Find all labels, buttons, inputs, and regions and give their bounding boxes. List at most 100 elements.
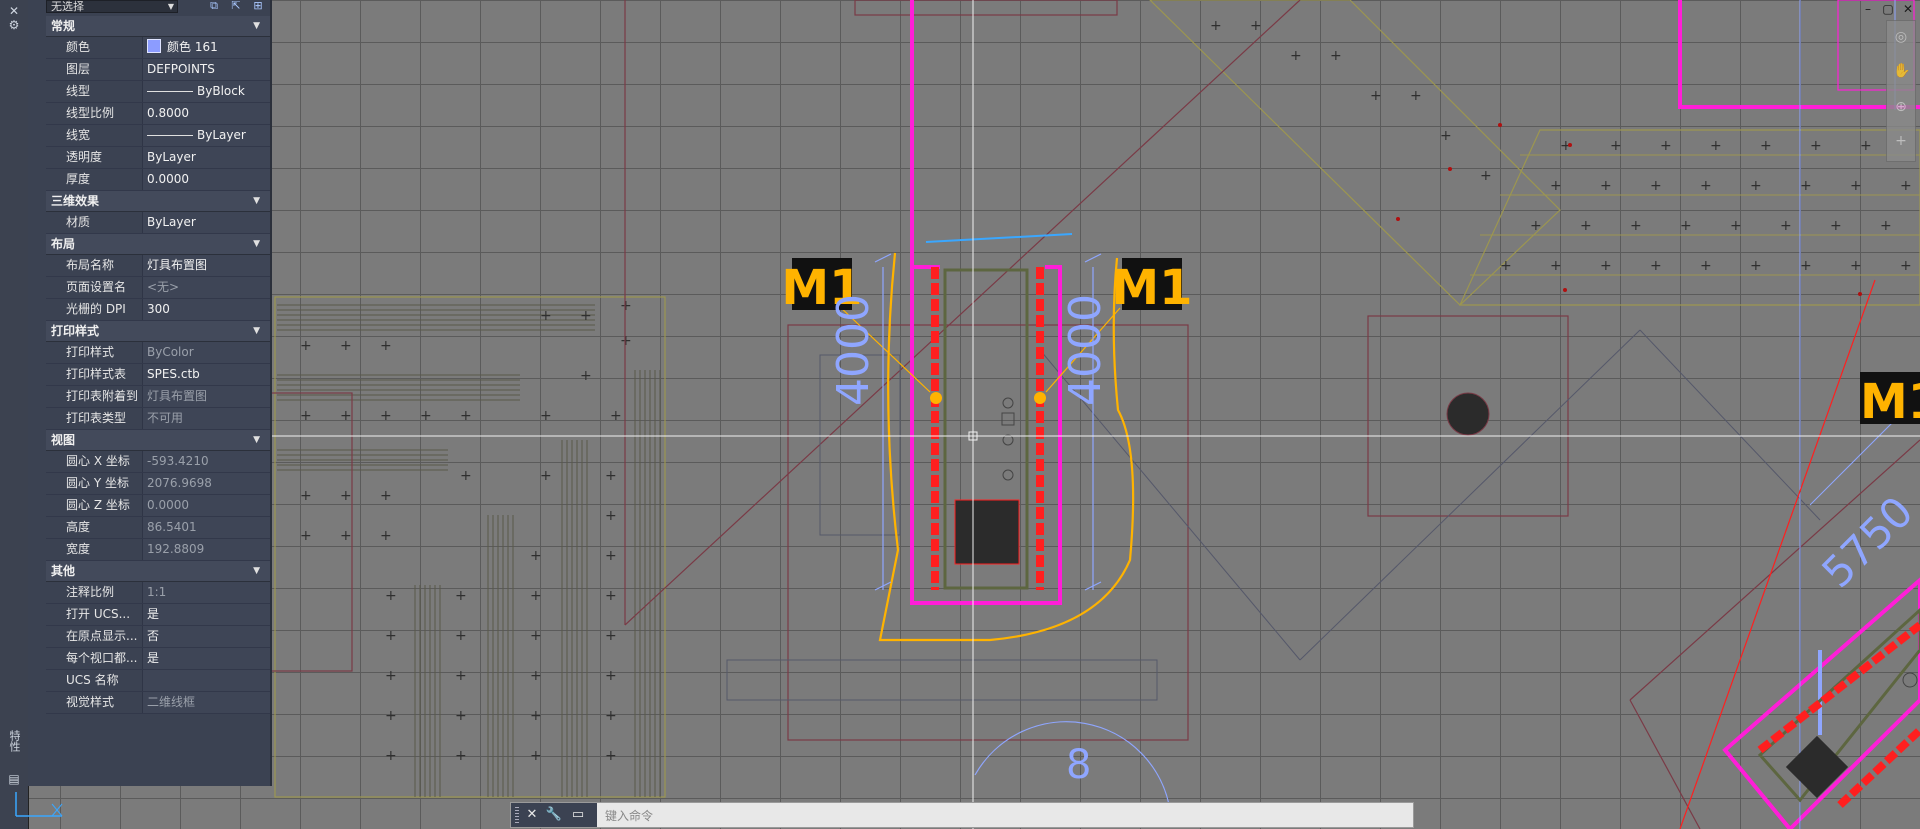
close-icon[interactable]: ✕ [523,806,541,824]
settings-icon[interactable]: ⚙ [7,18,21,32]
property-value-text: 不可用 [147,411,184,425]
svg-text:+: + [300,338,312,354]
orbit-icon[interactable]: + [1893,133,1909,149]
steering-wheel-icon[interactable]: ◎ [1893,29,1909,45]
property-row[interactable]: 打印表附着到 灯具布置图 [46,386,270,408]
section-header[interactable]: 其他 ▼ [46,561,270,582]
property-value[interactable]: 0.0000 [143,495,270,516]
property-row[interactable]: 透明度 ByLayer [46,147,270,169]
property-value[interactable]: ByLayer [143,125,270,146]
property-row[interactable]: 宽度 192.8809 [46,539,270,561]
pan-icon[interactable]: ✋ [1893,63,1910,79]
svg-text:+: + [1830,218,1842,234]
property-row[interactable]: 光栅的 DPI 300 [46,299,270,321]
toggle-pickadd-icon[interactable]: ⧉ [206,0,222,13]
svg-text:+: + [610,408,622,424]
property-row[interactable]: 圆心 X 坐标 -593.4210 [46,451,270,473]
property-value[interactable]: <无> [143,277,270,298]
property-row[interactable]: 打印样式 ByColor [46,342,270,364]
property-value[interactable]: 是 [143,604,270,625]
palette-icon[interactable]: ▤ [7,772,21,786]
property-row[interactable]: 厚度 0.0000 [46,169,270,191]
property-row[interactable]: 线型比例 0.8000 [46,103,270,125]
section-header[interactable]: 打印样式 ▼ [46,321,270,342]
property-row[interactable]: 打印表类型 不可用 [46,408,270,430]
property-value[interactable]: 2076.9698 [143,473,270,494]
drawing-canvas[interactable]: + + + + + + + + + + + + + + + + + + + + + + + + + + + + + +… [0,0,1920,829]
label-m1-far: M1 [1860,372,1920,430]
svg-text:+: + [1800,258,1812,274]
property-value[interactable]: 灯具布置图 [143,386,270,407]
hatch-area-left: + + + + + + + + + + + + + + + + + + + + + + + + + + + + + +… [269,296,666,798]
svg-text:+: + [1600,178,1612,194]
minimize-icon[interactable]: – [1860,2,1876,16]
property-row[interactable]: 颜色 颜色 161 [46,37,270,59]
faint-lines [726,329,1821,701]
property-row[interactable]: 圆心 Z 坐标 0.0000 [46,495,270,517]
property-value[interactable] [143,670,270,691]
property-row[interactable]: 打印样式表 SPES.ctb [46,364,270,386]
wrench-icon[interactable]: 🔧 [545,806,563,824]
svg-text:+: + [1850,258,1862,274]
property-row[interactable]: 视觉样式 二维线框 [46,692,270,714]
property-row[interactable]: UCS 名称 [46,670,270,692]
svg-text:+: + [1290,48,1302,64]
property-value[interactable]: ByColor [143,342,270,363]
close-palette-icon[interactable]: ✕ [7,4,21,18]
property-row[interactable]: 布局名称 灯具布置图 [46,255,270,277]
select-objects-icon[interactable]: ⇱ [228,0,244,13]
section-header[interactable]: 视图 ▼ [46,430,270,451]
quick-select-icon[interactable]: ⊞ [250,0,266,13]
section-header[interactable]: 布局 ▼ [46,234,270,255]
line-sample [147,135,193,136]
property-row[interactable]: 高度 86.5401 [46,517,270,539]
property-value[interactable]: 二维线框 [143,692,270,713]
property-value[interactable]: 不可用 [143,408,270,429]
property-value[interactable]: DEFPOINTS [143,59,270,80]
recent-commands-icon[interactable]: ▭ [569,806,587,824]
section-header[interactable]: 三维效果 ▼ [46,191,270,212]
property-row[interactable]: 注释比例 1:1 [46,582,270,604]
property-value[interactable]: 192.8809 [143,539,270,560]
property-value[interactable]: 300 [143,299,270,320]
section-header[interactable]: 常规 ▼ [46,16,270,37]
property-value[interactable]: SPES.ctb [143,364,270,385]
property-value[interactable]: 1:1 [143,582,270,603]
svg-text:+: + [1210,18,1222,34]
restore-icon[interactable]: ▢ [1880,2,1896,16]
section-title: 其他 [51,564,76,578]
drag-handle[interactable] [515,807,519,823]
svg-text:+: + [460,408,472,424]
property-value[interactable]: 86.5401 [143,517,270,538]
property-label: 圆心 Y 坐标 [46,473,143,494]
property-row[interactable]: 打开 UCS... 是 [46,604,270,626]
property-value[interactable]: 0.0000 [143,169,270,190]
property-value[interactable]: ByBlock [143,81,270,102]
property-row[interactable]: 在原点显示... 否 [46,626,270,648]
property-value[interactable]: ByLayer [143,212,270,233]
property-row[interactable]: 圆心 Y 坐标 2076.9698 [46,473,270,495]
property-row[interactable]: 页面设置名 <无> [46,277,270,299]
property-value[interactable]: 灯具布置图 [143,255,270,276]
cad-drawing[interactable]: + + + + ++ ++ + + + + + + + + + + + + + ++ +++ ++ ++… [0,0,1920,829]
property-value[interactable]: 0.8000 [143,103,270,124]
close-icon[interactable]: ✕ [1900,2,1916,16]
property-value[interactable]: -593.4210 [143,451,270,472]
property-value[interactable]: 是 [143,648,270,669]
property-value[interactable]: 颜色 161 [143,37,270,58]
property-value[interactable]: ByLayer [143,147,270,168]
light-fixture [925,233,1073,590]
property-label: 打印样式 [46,342,143,363]
property-value[interactable]: 否 [143,626,270,647]
object-selector[interactable]: 无选择 ▼ [46,0,178,13]
zoom-icon[interactable]: ⊕ [1893,99,1909,115]
svg-text:+: + [1860,138,1872,154]
property-row[interactable]: 线型 ByBlock [46,81,270,103]
property-row[interactable]: 每个视口都... 是 [46,648,270,670]
property-row[interactable]: 材质 ByLayer [46,212,270,234]
svg-text:+: + [1600,258,1612,274]
command-input[interactable] [603,806,1387,826]
property-row[interactable]: 线宽 ByLayer [46,125,270,147]
chevron-down-icon: ▼ [167,2,174,11]
property-row[interactable]: 图层 DEFPOINTS [46,59,270,81]
